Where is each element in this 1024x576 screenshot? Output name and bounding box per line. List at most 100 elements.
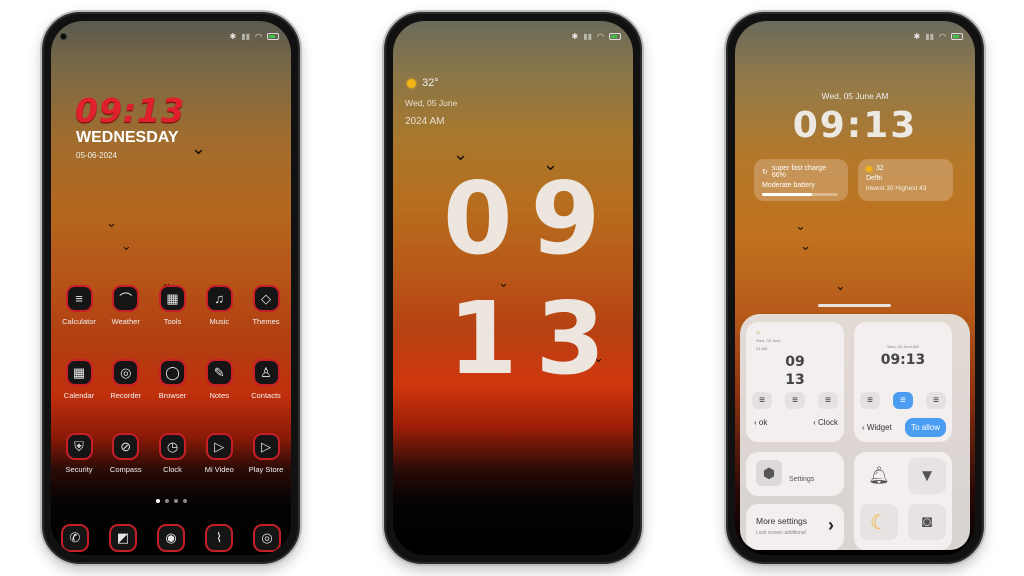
- messages-icon[interactable]: ◩: [109, 524, 137, 552]
- charge-progress-bar: [762, 193, 838, 196]
- app-label: Music: [209, 317, 230, 326]
- lock-screen: ✱ ▮▮ ◠ 32° Wed, 05 June 2024 AM ⌄ ⌄ ⌄ ⌄ …: [393, 21, 633, 555]
- lock-year: 2024 AM: [405, 116, 445, 127]
- clock-style-card-horizontal[interactable]: Wed, 05 June AM 09:13 ≡ ≡ ≡ ‹ Widget To …: [854, 322, 952, 442]
- wifi-icon: ◠: [255, 32, 262, 41]
- app-browser[interactable]: ◯ Browser: [150, 359, 196, 400]
- calendar-icon: ▦: [65, 359, 93, 386]
- sun-icon: [866, 165, 872, 172]
- signal-icon: ▮▮: [241, 32, 251, 41]
- app-clock[interactable]: ◷ Clock: [150, 433, 196, 474]
- flashlight-icon[interactable]: ▼: [908, 458, 946, 494]
- app-music[interactable]: ♫ Music: [196, 285, 242, 326]
- page-dot[interactable]: [173, 499, 178, 503]
- more-settings-card[interactable]: More settings Lock screen additional ›: [746, 504, 844, 550]
- bird-silhouette: ⌄: [835, 278, 846, 293]
- app-mi-video[interactable]: ▷ Mi Video: [196, 433, 242, 474]
- bird-silhouette: ⌄: [106, 215, 117, 230]
- to-allow-button[interactable]: To allow: [905, 418, 946, 437]
- app-label: Themes: [252, 317, 280, 326]
- page-dot[interactable]: [164, 499, 169, 503]
- clock-minute[interactable]: 13: [448, 289, 623, 389]
- temperature: 32°: [422, 77, 439, 89]
- app-label: Clock: [163, 465, 182, 474]
- align-left-button[interactable]: ≡: [752, 392, 772, 409]
- bluetooth-icon: ✱: [229, 32, 237, 41]
- lock-date: Wed, 05 June AM: [821, 91, 889, 101]
- align-right-button[interactable]: ≡: [818, 392, 838, 409]
- alignment-options: ≡ ≡ ≡: [860, 392, 946, 409]
- status-bar: ✱ ▮▮ ◠: [914, 32, 963, 41]
- notes-icon: ✎: [205, 359, 233, 386]
- clock-style-card-vertical[interactable]: 32 Wed, 05 June 24 AM 09 13 ≡ ≡ ≡ ‹ ok ‹…: [746, 322, 844, 442]
- camera-icon[interactable]: ◙: [908, 504, 946, 540]
- more-settings-title: More settings: [756, 516, 808, 526]
- lock-clock[interactable]: 09:13: [735, 105, 975, 146]
- camera-icon[interactable]: ◉: [157, 524, 185, 552]
- app-label: Recorder: [110, 391, 142, 400]
- app-calculator[interactable]: ≡ Calculator: [56, 285, 102, 326]
- battery-icon: [267, 33, 279, 40]
- security-shield-icon: ⛨: [65, 433, 93, 460]
- weekday-label: WEDNESDAY: [76, 129, 179, 146]
- clock-back-button[interactable]: ‹ Clock: [813, 418, 838, 427]
- mini-year: 24 AM: [756, 346, 768, 351]
- align-center-button[interactable]: ≡: [785, 392, 805, 409]
- align-left-button[interactable]: ≡: [860, 392, 880, 409]
- app-label: Security: [65, 465, 93, 474]
- app-label: Contacts: [251, 391, 281, 400]
- app-contacts[interactable]: ♙ Contacts: [243, 359, 289, 400]
- clock-hour[interactable]: 09: [443, 169, 618, 269]
- date-label: 05-06-2024: [76, 151, 117, 160]
- app-label: Calculator: [62, 317, 96, 326]
- battery-icon: [609, 33, 621, 40]
- app-security[interactable]: ⛨ Security: [56, 433, 102, 474]
- preview-minute: 13: [785, 372, 805, 388]
- app-weather[interactable]: ⌒ Weather: [103, 285, 149, 326]
- battery-icon: [951, 33, 963, 40]
- page-dot-active[interactable]: [155, 499, 160, 503]
- app-themes[interactable]: ◇ Themes: [243, 285, 289, 326]
- quick-tiles-card: 🔔︎ ▼ ☾ ◙: [854, 452, 952, 550]
- ok-back-button[interactable]: ‹ ok: [754, 418, 767, 427]
- play-store-icon: ▷: [252, 433, 280, 460]
- app-tools[interactable]: ▦ Tools: [150, 285, 196, 326]
- phone-icon[interactable]: ✆: [61, 524, 89, 552]
- page-indicator[interactable]: [51, 499, 291, 503]
- app-compass[interactable]: ⊘ Compass: [103, 433, 149, 474]
- bell-icon[interactable]: 🔔︎: [860, 458, 898, 494]
- app-calendar[interactable]: ▦ Calendar: [56, 359, 102, 400]
- align-center-button-selected[interactable]: ≡: [893, 392, 913, 409]
- app-recorder[interactable]: ◎ Recorder: [103, 359, 149, 400]
- preview-hour: 09: [785, 354, 805, 370]
- settings-label: Settings: [789, 476, 815, 483]
- weather-widget[interactable]: 32 Delhi lowest 30 Highest 43: [858, 159, 953, 201]
- mini-date: Wed, 05 June AM: [887, 344, 919, 349]
- app-label: Tools: [163, 317, 182, 326]
- app-notes[interactable]: ✎ Notes: [196, 359, 242, 400]
- app-label: Play Store: [248, 465, 284, 474]
- align-right-button[interactable]: ≡: [926, 392, 946, 409]
- compass-icon: ⊘: [112, 433, 140, 460]
- wifi-icon: ◠: [939, 32, 946, 41]
- widget-back-button[interactable]: ‹ Widget: [862, 423, 892, 432]
- settings-icon[interactable]: ◎: [253, 524, 281, 552]
- charge-subtitle: Moderate battery: [762, 182, 815, 189]
- home-screen: ✱ ▮▮ ◠ ⌄ ⌄ ⌄ ⌄ 09:13 WEDNESDAY 05-06-202…: [51, 21, 291, 555]
- weather-icon: ⌒: [112, 285, 140, 312]
- app-row-1: ≡ Calculator ⌒ Weather ▦ Tools ♫ Music ◇ Them…: [56, 285, 289, 326]
- status-bar: ✱ ▮▮ ◠: [572, 32, 621, 41]
- moon-icon[interactable]: ☾: [860, 504, 898, 540]
- charging-widget[interactable]: ↻ super fast charge 66% Moderate battery: [754, 159, 848, 201]
- status-bar: ✱ ▮▮ ◠: [229, 32, 279, 41]
- drag-handle[interactable]: [818, 304, 891, 307]
- app-play-store[interactable]: ▷ Play Store: [243, 433, 289, 474]
- home-clock[interactable]: 09:13: [75, 91, 185, 130]
- bird-silhouette: ⌄: [800, 238, 811, 253]
- gallery-icon[interactable]: ⌇: [205, 524, 233, 552]
- app-row-2: ▦ Calendar ◎ Recorder ◯ Browser ✎ Notes ♙ Con…: [56, 359, 289, 400]
- page-dot[interactable]: [182, 499, 187, 503]
- clock-icon: ◷: [159, 433, 186, 460]
- settings-card[interactable]: ⬢ Settings: [746, 452, 844, 496]
- calculator-icon: ≡: [65, 285, 93, 312]
